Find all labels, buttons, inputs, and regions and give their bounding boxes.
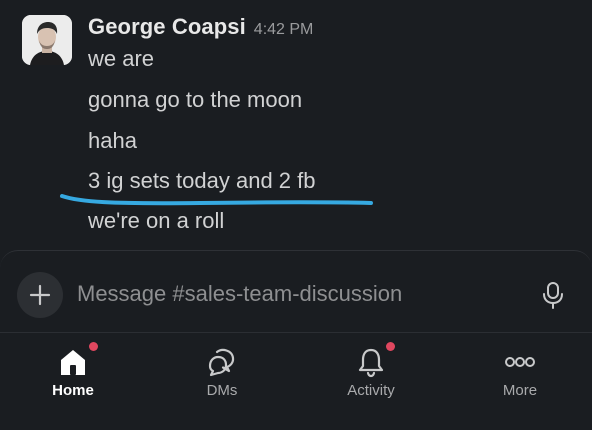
bell-icon [358, 348, 384, 378]
tab-activity[interactable]: Activity [316, 333, 426, 429]
add-attachment-button[interactable] [17, 272, 63, 318]
message-composer [0, 250, 592, 332]
plus-icon [29, 284, 51, 306]
message-input[interactable] [77, 278, 497, 310]
author-name[interactable]: George Coapsi [88, 14, 246, 40]
tab-home-label: Home [52, 382, 94, 399]
more-icon [505, 357, 535, 367]
message-line: 3 ig sets today and 2 fb [88, 168, 316, 193]
message-block: George Coapsi 4:42 PM we are gonna go to… [0, 0, 592, 250]
tab-more[interactable]: More [465, 333, 575, 429]
tab-activity-label: Activity [347, 382, 395, 399]
home-notification-dot [89, 342, 98, 351]
tab-home[interactable]: Home [18, 333, 128, 429]
message-line: we are [88, 46, 155, 71]
tab-dms-label: DMs [206, 382, 238, 399]
tab-dms[interactable]: DMs [167, 333, 277, 429]
home-icon [61, 350, 85, 375]
dms-icon [208, 348, 235, 377]
microphone-icon [543, 282, 563, 309]
avatar-image [22, 15, 72, 65]
message-line: gonna go to the moon [88, 87, 303, 112]
message-line: haha [88, 128, 137, 153]
avatar[interactable] [22, 15, 72, 65]
voice-record-button[interactable] [538, 279, 568, 311]
bottom-tab-bar: Home DMs Activity More [0, 332, 592, 430]
message-header: George Coapsi 4:42 PM [88, 14, 313, 44]
slack-channel-screen: George Coapsi 4:42 PM we are gonna go to… [0, 0, 592, 430]
message-line: we're on a roll [88, 208, 225, 233]
message-timestamp[interactable]: 4:42 PM [254, 21, 314, 39]
tab-more-label: More [502, 382, 538, 399]
activity-notification-dot [386, 342, 395, 351]
